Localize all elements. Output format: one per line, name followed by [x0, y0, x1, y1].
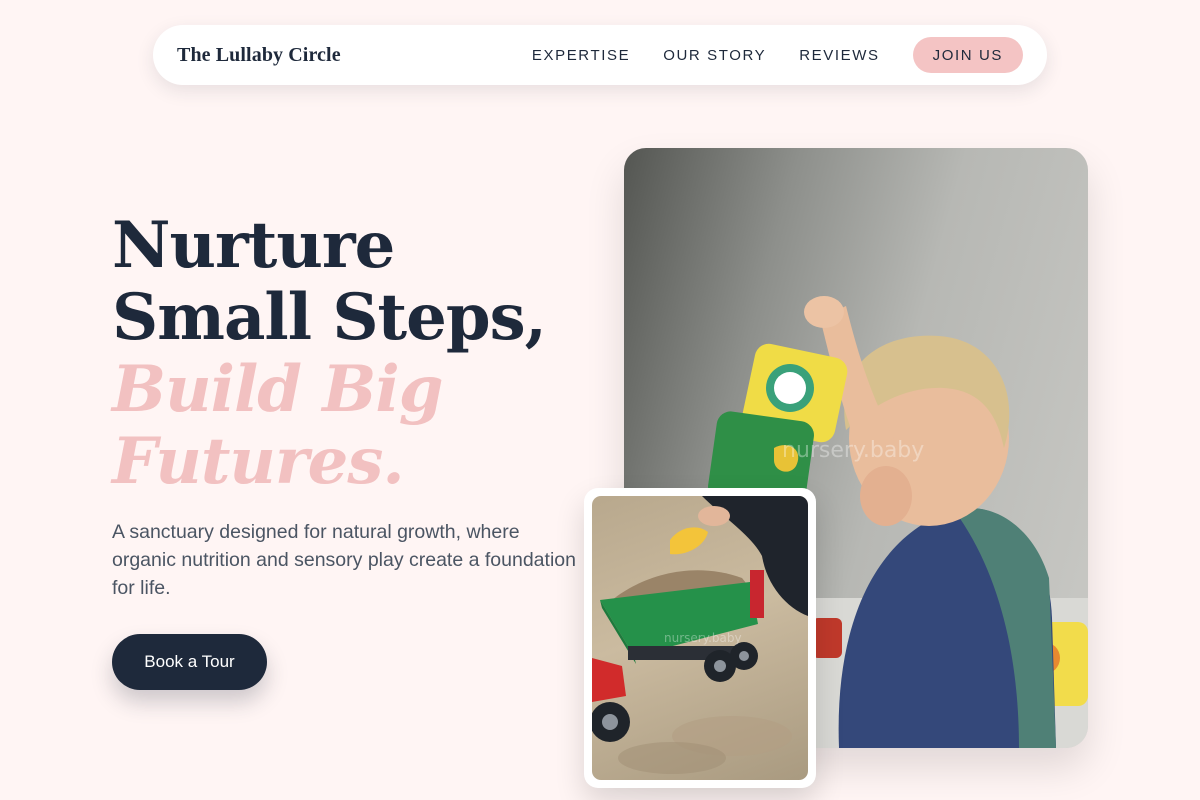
main-photo-watermark: nursery.baby [782, 438, 925, 463]
hero-accent-line-2: Futures. [112, 424, 405, 499]
secondary-photo-toy-truck: nursery.baby [592, 496, 808, 780]
nav-link-expertise[interactable]: EXPERTISE [532, 47, 630, 64]
hero-title-line-1: Nurture [112, 208, 395, 283]
hero-accent-line-1: Build Big [112, 352, 443, 427]
hero-title-line-2: Small Steps, [112, 280, 547, 355]
top-nav: The Lullaby Circle EXPERTISE OUR STORY R… [153, 25, 1047, 85]
book-tour-button[interactable]: Book a Tour [112, 634, 267, 690]
hero-description: A sanctuary designed for natural growth,… [112, 521, 576, 599]
nav-links: EXPERTISE OUR STORY REVIEWS [532, 47, 880, 64]
sub-photo-watermark: nursery.baby [664, 631, 742, 645]
nav-link-reviews[interactable]: REVIEWS [799, 47, 879, 64]
hero-title: Nurture Small Steps, Build Big Futures. [112, 208, 547, 499]
brand-logo[interactable]: The Lullaby Circle [177, 44, 341, 67]
secondary-photo-frame: nursery.baby [584, 488, 816, 788]
nav-link-our-story[interactable]: OUR STORY [663, 47, 766, 64]
join-us-button[interactable]: JOIN US [912, 37, 1023, 73]
